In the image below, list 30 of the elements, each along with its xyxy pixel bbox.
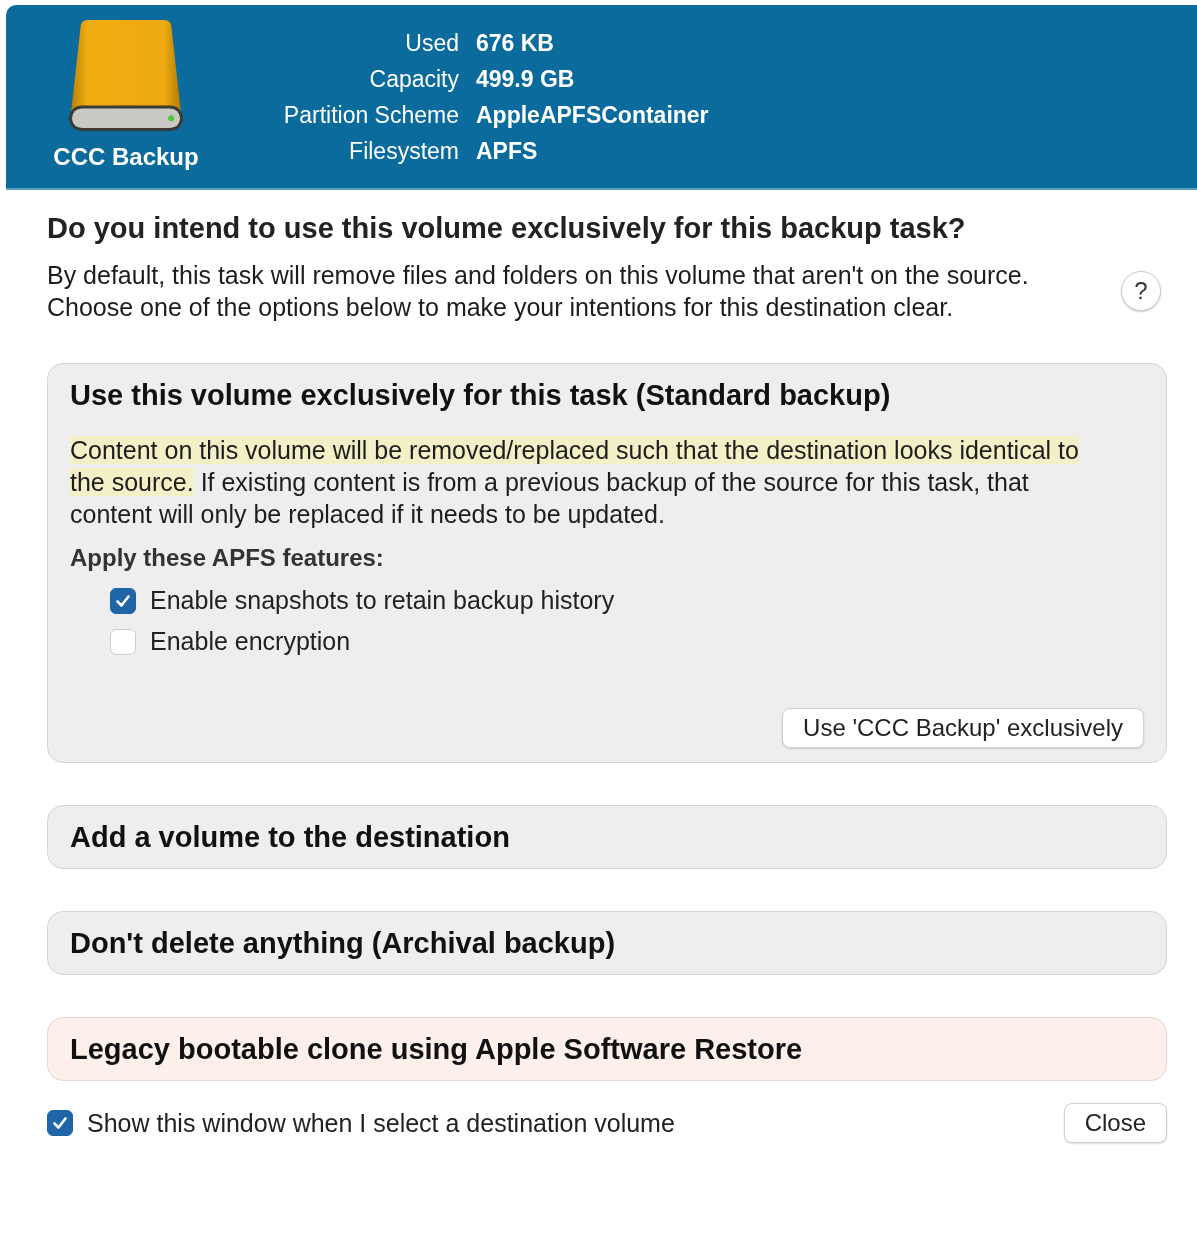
checkbox[interactable] (110, 587, 136, 614)
option-title: Use this volume exclusively for this task (Standard backup) (70, 378, 892, 412)
option-card[interactable]: Legacy bootable clone using Apple Software Restore (47, 1017, 1167, 1081)
property-label: Capacity (368, 65, 459, 93)
property-label: Filesystem (348, 137, 459, 165)
property-label: Partition Scheme (282, 101, 459, 129)
hard-drive-icon (67, 19, 185, 133)
option-title: Don't delete anything (Archival backup) (70, 926, 617, 960)
option-card[interactable] (47, 363, 1167, 763)
property-label: Used (404, 29, 459, 57)
volume-name: CCC Backup (53, 143, 199, 171)
option-card[interactable]: Don't delete anything (Archival backup) (47, 911, 1167, 975)
question-title: Do you intend to use this volume exclusively for this backup task? (47, 212, 967, 245)
property-value: AppleAPFSContainer (476, 101, 709, 129)
checkbox-label: Show this window when I select a destination volume (87, 1108, 675, 1138)
property-value: 499.9 GB (476, 65, 576, 93)
checkbox[interactable] (47, 1110, 73, 1136)
use-exclusively-button[interactable]: Use 'CCC Backup' exclusively (782, 708, 1144, 748)
features-label: Apply these APFS features: (70, 544, 385, 572)
description-text: By default, this task will remove files and folders on this volume that aren't on the source. Choose one of the options below to make your intentions for this destination clear. (47, 260, 1030, 323)
option-card[interactable]: Add a volume to the destination (47, 805, 1167, 869)
option-description: Content on this volume will be removed/replaced such that the destination looks identical to the source. If existing content is from a previous backup of the source for this task, that content will only be replaced if it needs to be updated. (70, 435, 1080, 530)
option-title: Legacy bootable clone using Apple Software Restore (70, 1032, 804, 1066)
help-button[interactable]: ? (1121, 271, 1161, 311)
option-title: Add a volume to the destination (70, 820, 511, 854)
checkbox-label: Enable encryption (150, 627, 351, 656)
close-button[interactable]: Close (1063, 1103, 1167, 1143)
checkbox-label: Enable snapshots to retain backup history (150, 586, 615, 615)
property-value: 676 KB (476, 29, 555, 57)
property-value: APFS (476, 137, 539, 165)
